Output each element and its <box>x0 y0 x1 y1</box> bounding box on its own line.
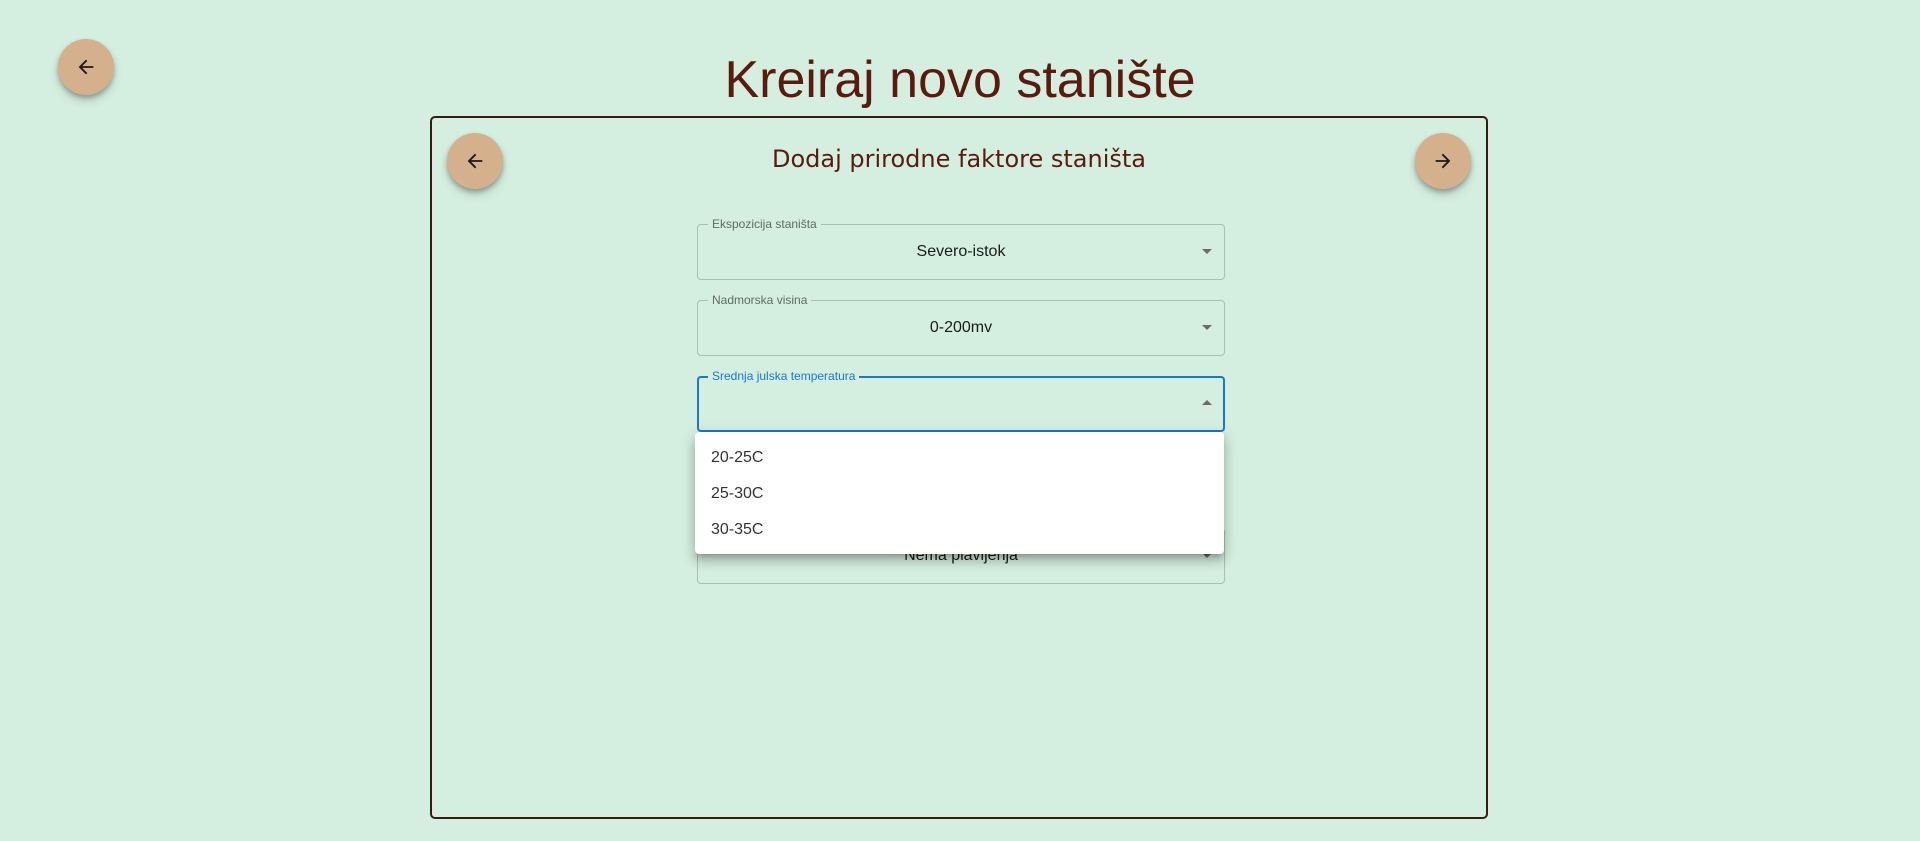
exposure-select[interactable]: Ekspozicija staništa Severo-istok <box>697 217 1225 280</box>
altitude-value: 0-200mv <box>929 319 993 336</box>
temperature-dropdown-menu: 20-25C 25-30C 30-35C <box>695 432 1224 554</box>
altitude-select[interactable]: Nadmorska visina 0-200mv <box>697 293 1225 356</box>
dropdown-option-20-25[interactable]: 20-25C <box>695 440 1224 476</box>
july-temperature-value <box>699 378 1223 432</box>
chevron-down-icon <box>1202 249 1212 254</box>
exposure-value: Severo-istok <box>916 243 1006 260</box>
dropdown-option-25-30[interactable]: 25-30C <box>695 476 1224 512</box>
july-temperature-select[interactable]: Srednja julska temperatura <box>697 369 1225 432</box>
card-title: Dodaj prirodne faktore staništa <box>771 145 1147 173</box>
page-title: Kreiraj novo stanište <box>724 51 1196 109</box>
dropdown-option-30-35[interactable]: 30-35C <box>695 512 1224 548</box>
chevron-down-icon <box>1202 325 1212 330</box>
chevron-up-icon <box>1202 400 1212 405</box>
